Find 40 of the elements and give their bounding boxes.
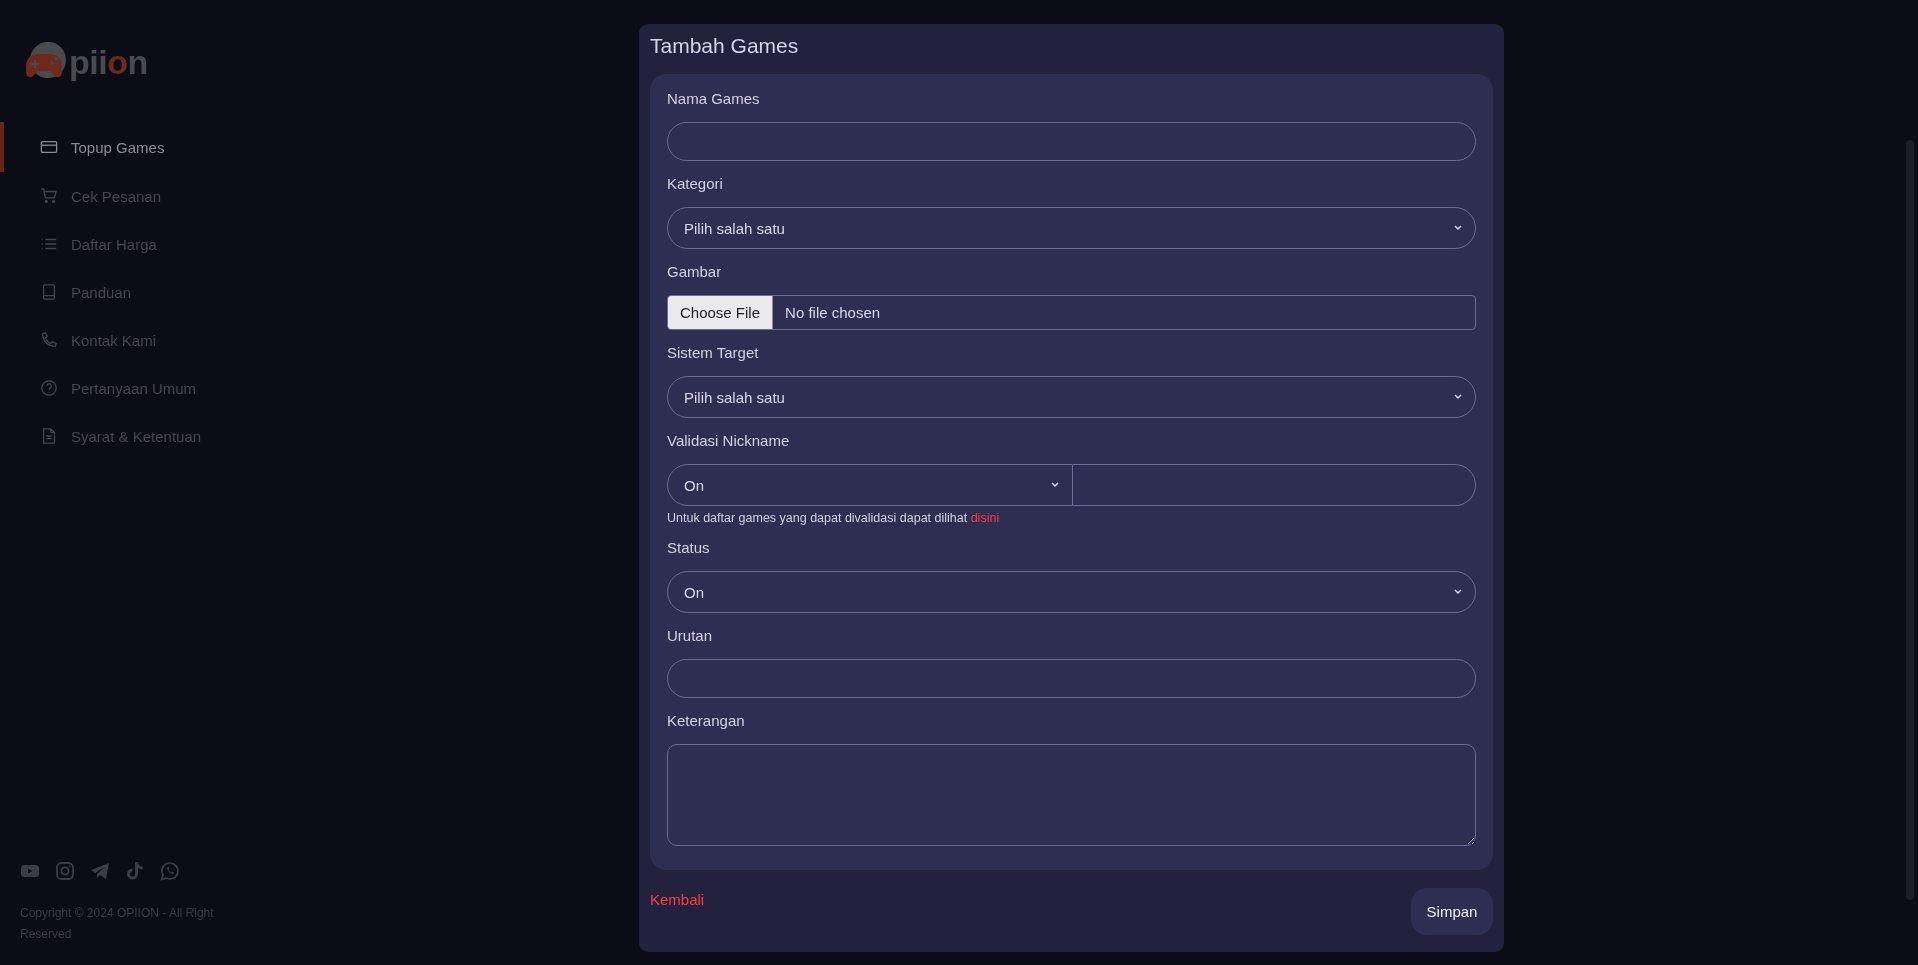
document-icon [40, 427, 58, 445]
field-label: Validasi Nickname [667, 431, 791, 451]
field-label: Kategori [667, 174, 724, 194]
field-label: Gambar [667, 262, 723, 282]
disini-link[interactable]: disini [970, 511, 1000, 525]
instagram-icon[interactable] [55, 861, 75, 881]
field-label: Keterangan [667, 711, 746, 731]
cart-icon [40, 187, 58, 205]
textarea-field[interactable] [667, 744, 1476, 846]
field-label: Sistem Target [667, 343, 760, 363]
help-text: Untuk daftar games yang dapat divalidasi dapat dilihat disini [667, 511, 1001, 525]
tiktok-icon[interactable] [125, 861, 145, 881]
file-name-text: No file chosen [784, 304, 881, 321]
whatsapp-icon[interactable] [160, 861, 180, 881]
select-field[interactable]: Pilih salah satu [667, 207, 1476, 249]
chevron-down-icon [1454, 394, 1462, 400]
question-icon [40, 379, 58, 397]
text-field[interactable] [1073, 464, 1476, 506]
chevron-down-icon [1454, 225, 1462, 231]
select-field[interactable]: On [667, 464, 1073, 506]
field-label: Nama Games [667, 89, 761, 109]
modal-title: Tambah Games [650, 34, 800, 59]
chevron-down-icon [1454, 589, 1462, 595]
nav-item[interactable]: Topup Games [0, 122, 250, 172]
text-field[interactable] [667, 122, 1476, 161]
telegram-icon[interactable] [90, 861, 110, 881]
choose-file-button[interactable]: Choose File [668, 296, 774, 329]
logo-text: piion [69, 42, 148, 82]
card-icon [40, 138, 58, 156]
back-link[interactable]: Kembali [650, 891, 705, 908]
phone-icon [40, 331, 58, 349]
chevron-down-icon [1051, 482, 1059, 488]
select-field[interactable]: Pilih salah satu [667, 376, 1476, 418]
book-icon [40, 283, 58, 301]
field-label: Status [667, 538, 711, 558]
select-field[interactable]: On [667, 571, 1476, 613]
file-field[interactable]: Choose File No file chosen [667, 295, 1476, 330]
save-button[interactable]: Simpan [1411, 888, 1493, 935]
field-label: Urutan [667, 626, 714, 646]
text-field[interactable] [667, 659, 1476, 698]
